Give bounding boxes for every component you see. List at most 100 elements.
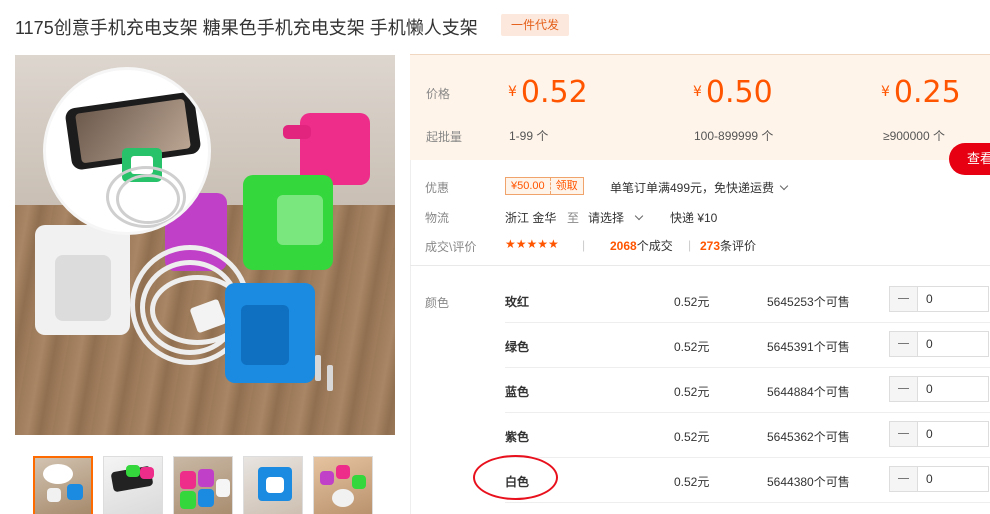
thumb-white-stand xyxy=(47,488,61,502)
coupon[interactable]: ¥50.00 领取 xyxy=(505,177,584,195)
price-box: 价格 起批量 ¥0.52 1-99 个 ¥0.50 100-899999 个 ¥… xyxy=(410,54,990,160)
thumb-white-stand xyxy=(216,479,230,497)
deals-count-link[interactable]: 2068个成交 xyxy=(610,237,673,254)
coupon-claim-button[interactable]: 领取 xyxy=(550,178,583,194)
tier-price-1: ¥0.52 xyxy=(508,75,588,110)
main-product-image[interactable] xyxy=(15,55,395,435)
product-title: 1175创意手机充电支架 糖果色手机充电支架 手机懒人支架 xyxy=(15,18,478,38)
sku-color-name: 玫红 xyxy=(505,295,530,309)
tier-price-value: 0.50 xyxy=(705,75,773,110)
thumbnail-3[interactable] xyxy=(173,456,233,514)
destination-select[interactable]: 请选择 xyxy=(588,209,644,226)
quantity-input[interactable] xyxy=(918,422,988,446)
sku-price: 0.52元 xyxy=(674,340,710,354)
minus-button[interactable] xyxy=(890,287,918,311)
shipping-fee: 快递 ¥10 xyxy=(670,211,718,225)
sku-row: 绿色 0.52元 5645391个可售 xyxy=(505,323,990,368)
minus-button[interactable] xyxy=(890,377,918,401)
thumb-blue-stand xyxy=(198,489,214,507)
logistics-label: 物流 xyxy=(425,211,450,225)
tier-range-1: 1-99 个 xyxy=(509,129,549,143)
pink-stand-arm xyxy=(283,125,311,139)
quantity-input[interactable] xyxy=(918,467,988,491)
color-label: 颜色 xyxy=(425,296,450,310)
thumb-cable xyxy=(332,489,354,507)
minus-button[interactable] xyxy=(890,332,918,356)
thumbnail-1[interactable] xyxy=(33,456,93,514)
thumb-purple-stand xyxy=(320,471,334,485)
sku-stock: 5644884个可售 xyxy=(767,385,850,399)
white-stand-slot xyxy=(55,255,111,321)
sku-price: 0.52元 xyxy=(674,430,710,444)
tier-price-value: 0.25 xyxy=(893,75,961,110)
thumb-pink-stand xyxy=(180,471,196,489)
sku-color-name: 绿色 xyxy=(505,340,530,354)
coupon-amount: ¥50.00 xyxy=(506,178,551,194)
currency-symbol: ¥ xyxy=(508,84,517,100)
promo-label: 优惠 xyxy=(425,181,450,195)
minus-button[interactable] xyxy=(890,422,918,446)
quantity-stepper xyxy=(889,376,989,402)
thumbnail-4[interactable] xyxy=(243,456,303,514)
quantity-stepper xyxy=(889,466,989,492)
charger-prong xyxy=(315,355,321,381)
sku-price: 0.52元 xyxy=(674,475,710,489)
thumbnail-2[interactable] xyxy=(103,456,163,514)
quantity-stepper xyxy=(889,331,989,357)
tier-range-2: 100-899999 个 xyxy=(694,129,774,143)
annotation-circle xyxy=(473,455,558,500)
sku-stock: 5644380个可售 xyxy=(767,475,850,489)
thumb-green-stand xyxy=(180,491,196,509)
sku-stock: 5645391个可售 xyxy=(767,340,850,354)
charger-prong xyxy=(327,365,333,391)
tier-price-3: ¥0.25 xyxy=(881,75,961,110)
thumb-green-stand xyxy=(126,465,140,477)
quantity-input[interactable] xyxy=(918,377,988,401)
detail-inset xyxy=(43,67,211,235)
thumb-charger xyxy=(266,477,284,493)
reviews-suffix: 条评价 xyxy=(720,239,757,253)
thumbnail-5[interactable] xyxy=(313,456,373,514)
quantity-stepper xyxy=(889,286,989,312)
destination-text: 请选择 xyxy=(588,211,625,225)
tier-price-2: ¥0.50 xyxy=(693,75,773,110)
thumb-purple-stand xyxy=(198,469,214,487)
quantity-stepper xyxy=(889,421,989,447)
dropship-badge[interactable]: 一件代发 xyxy=(501,14,570,36)
quantity-input[interactable] xyxy=(918,332,988,356)
moq-label: 起批量 xyxy=(426,130,463,144)
thumb-pink-stand xyxy=(140,467,154,479)
sku-price: 0.52元 xyxy=(674,385,710,399)
to-word: 至 xyxy=(567,211,580,225)
thumb-green-stand xyxy=(352,475,366,489)
sku-color-name: 蓝色 xyxy=(505,385,530,399)
sku-row: 蓝色 0.52元 5644884个可售 xyxy=(505,368,990,413)
transactions-label: 成交\评价 xyxy=(425,240,477,254)
price-label: 价格 xyxy=(426,87,451,101)
quantity-input[interactable] xyxy=(918,287,988,311)
separator: | xyxy=(688,238,692,252)
sku-stock: 5645253个可售 xyxy=(767,295,850,309)
section-divider xyxy=(410,265,990,266)
sku-row: 紫色 0.52元 5645362个可售 xyxy=(505,413,990,458)
sku-stock: 5645362个可售 xyxy=(767,430,850,444)
thumb-pink-stand xyxy=(336,465,350,479)
currency-symbol: ¥ xyxy=(881,84,890,100)
blue-stand-slot xyxy=(241,305,289,365)
tier-range-3: ≥900000 个 xyxy=(883,129,945,143)
free-shipping-text: 单笔订单满499元，免快递运费 xyxy=(610,181,775,195)
cable-loop xyxy=(116,174,180,224)
shipping-origin: 浙江 金华 xyxy=(505,211,557,225)
minus-button[interactable] xyxy=(890,467,918,491)
free-shipping-info[interactable]: 单笔订单满499元，免快递运费 xyxy=(610,179,789,196)
deals-count: 2068 xyxy=(610,239,637,253)
currency-symbol: ¥ xyxy=(693,84,702,100)
star-rating: ★★★★★ xyxy=(505,237,559,251)
sku-row: 玫红 0.52元 5645253个可售 xyxy=(505,278,990,323)
deals-suffix: 个成交 xyxy=(636,239,673,253)
chevron-down-icon xyxy=(779,181,789,191)
green-stand-slot xyxy=(277,195,323,245)
check-button[interactable]: 查看 xyxy=(949,143,990,175)
thumb-inset xyxy=(43,464,73,484)
reviews-count-link[interactable]: 273条评价 xyxy=(700,237,756,254)
